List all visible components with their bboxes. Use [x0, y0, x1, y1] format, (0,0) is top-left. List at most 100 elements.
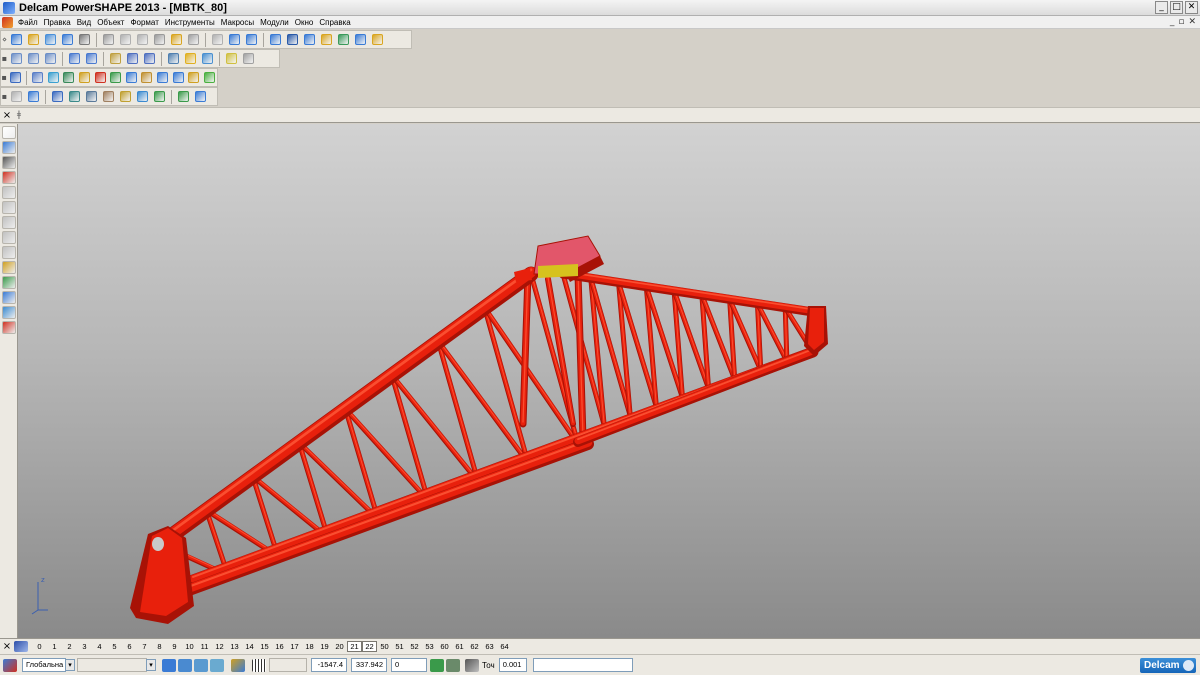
- tool-button-icon[interactable]: [227, 32, 243, 48]
- tool-button-icon[interactable]: [241, 51, 257, 67]
- tool-button-icon[interactable]: [210, 32, 226, 48]
- tool-button-icon[interactable]: [67, 89, 83, 105]
- tool-button-icon[interactable]: [77, 32, 93, 48]
- tool-button-icon[interactable]: [93, 70, 108, 86]
- level-button[interactable]: 9: [167, 642, 182, 651]
- snap-icon[interactable]: [231, 658, 245, 672]
- menu-file[interactable]: Файл: [16, 18, 42, 27]
- level-button[interactable]: 64: [497, 642, 512, 651]
- level-button[interactable]: 12: [212, 642, 227, 651]
- tool-button-icon[interactable]: [43, 51, 59, 67]
- side-tool-icon[interactable]: [2, 291, 16, 304]
- level-button[interactable]: 4: [92, 642, 107, 651]
- tool-button-icon[interactable]: [353, 32, 369, 48]
- tool-button-icon[interactable]: [26, 32, 42, 48]
- workplane-select[interactable]: Глобальна: [22, 658, 66, 672]
- toolbar-grip[interactable]: ▪: [1, 88, 8, 105]
- side-tool-icon[interactable]: [2, 321, 16, 334]
- side-tool-icon[interactable]: [2, 261, 16, 274]
- tool-button-icon[interactable]: [166, 51, 182, 67]
- tool-button-icon[interactable]: [108, 70, 123, 86]
- tool-button-icon[interactable]: [8, 70, 23, 86]
- level-button[interactable]: 13: [227, 642, 242, 651]
- maximize-button[interactable]: □: [1170, 1, 1183, 14]
- menu-tools[interactable]: Инструменты: [163, 18, 219, 27]
- menu-modules[interactable]: Модули: [258, 18, 293, 27]
- side-tool-icon[interactable]: [2, 306, 16, 319]
- app-icon[interactable]: [3, 1, 15, 14]
- tool-button-icon[interactable]: [67, 51, 83, 67]
- workplane-dropdown-icon[interactable]: ▾: [65, 659, 75, 671]
- level-button[interactable]: 21: [347, 641, 362, 652]
- tool-button-icon[interactable]: [135, 32, 151, 48]
- tool-button-icon[interactable]: [152, 32, 168, 48]
- menu-edit[interactable]: Правка: [42, 18, 75, 27]
- tool-button-icon[interactable]: [118, 89, 134, 105]
- tool-button-icon[interactable]: [26, 89, 42, 105]
- mdi-close-button[interactable]: ✕: [1188, 17, 1196, 27]
- grid-icon[interactable]: [252, 658, 266, 672]
- tool-button-icon[interactable]: [118, 32, 134, 48]
- level-button[interactable]: 22: [362, 641, 377, 652]
- level-button[interactable]: 5: [107, 642, 122, 651]
- tool-button-icon[interactable]: [62, 70, 77, 86]
- level-button[interactable]: 2: [62, 642, 77, 651]
- level-button[interactable]: 18: [302, 642, 317, 651]
- level-button[interactable]: 51: [392, 642, 407, 651]
- tool-button-icon[interactable]: [193, 89, 209, 105]
- tool-button-icon[interactable]: [108, 51, 124, 67]
- tool-button-icon[interactable]: [176, 89, 192, 105]
- level-button[interactable]: 63: [482, 642, 497, 651]
- view-cube-2-icon[interactable]: [178, 658, 192, 672]
- tool-button-icon[interactable]: [200, 51, 216, 67]
- tool-button-icon[interactable]: [336, 32, 352, 48]
- menu-object[interactable]: Объект: [95, 18, 128, 27]
- tool-button-icon[interactable]: [224, 51, 240, 67]
- tolerance-field[interactable]: 0.001: [498, 658, 527, 672]
- view-cube-4-icon[interactable]: [210, 658, 224, 672]
- calculator-icon[interactable]: [430, 658, 444, 672]
- tool-button-icon[interactable]: [26, 51, 42, 67]
- menu-help[interactable]: Справка: [317, 18, 354, 27]
- tool-button-icon[interactable]: [268, 32, 284, 48]
- level-button[interactable]: 8: [152, 642, 167, 651]
- tool-button-icon[interactable]: [155, 70, 170, 86]
- side-tool-icon[interactable]: [2, 141, 16, 154]
- tool-button-icon[interactable]: [152, 89, 168, 105]
- toolbar-grip[interactable]: ▪: [1, 50, 8, 67]
- level-button[interactable]: 17: [287, 642, 302, 651]
- toolbar-grip[interactable]: ⋄: [1, 31, 8, 48]
- tool-button-icon[interactable]: [46, 70, 61, 86]
- side-tool-icon[interactable]: [2, 201, 16, 214]
- document-icon[interactable]: [2, 16, 13, 28]
- tool-button-icon[interactable]: [202, 70, 217, 86]
- levels-icon[interactable]: [14, 641, 28, 652]
- level-button[interactable]: 7: [137, 642, 152, 651]
- side-tool-icon[interactable]: [2, 246, 16, 259]
- level-button[interactable]: 20: [332, 642, 347, 651]
- level-button[interactable]: 61: [452, 642, 467, 651]
- side-tool-icon[interactable]: [2, 171, 16, 184]
- tool-button-icon[interactable]: [84, 51, 100, 67]
- coord-x-field[interactable]: -1547.4: [311, 658, 347, 672]
- menu-format[interactable]: Формат: [128, 18, 162, 27]
- view-cube-icon[interactable]: [162, 658, 176, 672]
- level-button[interactable]: 50: [377, 642, 392, 651]
- level-button[interactable]: 60: [437, 642, 452, 651]
- tool-button-icon[interactable]: [140, 70, 155, 86]
- graphics-viewport[interactable]: z: [18, 124, 1200, 638]
- tool-button-icon[interactable]: [125, 51, 141, 67]
- tool-button-icon[interactable]: [124, 70, 139, 86]
- tool-button-icon[interactable]: [9, 89, 25, 105]
- tool-button-icon[interactable]: [84, 89, 100, 105]
- tool-button-icon[interactable]: [30, 70, 45, 86]
- tool-button-icon[interactable]: [244, 32, 260, 48]
- mdi-restore-button[interactable]: ▫: [1178, 17, 1184, 27]
- minimize-button[interactable]: _: [1155, 1, 1168, 14]
- level-button[interactable]: 16: [272, 642, 287, 651]
- level-button[interactable]: 1: [47, 642, 62, 651]
- close-levels-icon[interactable]: ×: [0, 641, 14, 652]
- tool-button-icon[interactable]: [60, 32, 76, 48]
- menu-view[interactable]: Вид: [75, 18, 95, 27]
- tool-button-icon[interactable]: [186, 70, 201, 86]
